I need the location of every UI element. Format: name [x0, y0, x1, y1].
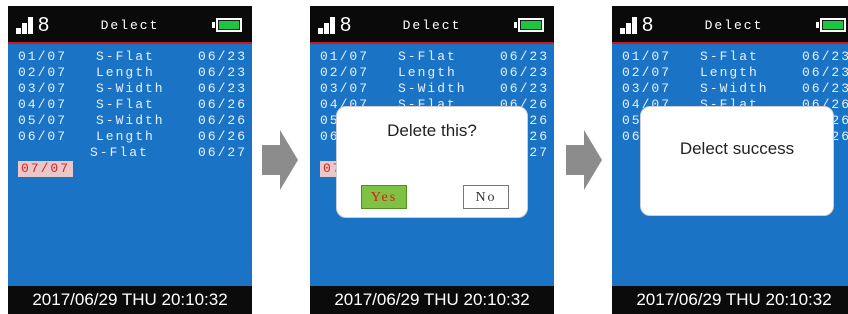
yes-button[interactable]: Yes — [361, 185, 407, 209]
device-screen-success: 8 Delect 01/07 S-Flat 06/23 02/07 Length 06/… — [612, 6, 848, 314]
record-row[interactable]: 06/07Length06/26 — [18, 129, 252, 145]
screen-title: Delect — [704, 18, 764, 33]
battery-full-icon — [514, 18, 544, 32]
record-row[interactable]: 01/07 S-Flat 06/23 — [622, 49, 848, 65]
status-bar: 8 Delect — [612, 6, 848, 44]
battery-full-icon — [212, 18, 242, 32]
battery-full-icon — [816, 18, 846, 32]
selected-record-index[interactable]: 07/07 — [18, 161, 74, 177]
record-row[interactable]: 03/07 S-Width 06/23 — [622, 81, 848, 97]
status-bar: 8 Delect — [8, 6, 252, 44]
record-row[interactable]: 02/07 Length 06/23 — [18, 65, 252, 81]
record-row[interactable]: 02/07 Length 06/23 — [622, 65, 848, 81]
record-row[interactable]: S-Flat06/27 — [18, 145, 252, 161]
record-row[interactable]: 01/07 S-Flat 06/23 — [320, 49, 554, 65]
success-dialog: Delect success — [640, 106, 834, 216]
record-row[interactable]: 05/07S-Width06/26 — [18, 113, 252, 129]
device-screen-list: 8 Delect 01/07 S-Flat 06/23 02/07 Length 06/… — [8, 6, 252, 314]
record-row[interactable]: 01/07 S-Flat 06/23 — [18, 49, 252, 65]
datetime-bar: 2017/06/29 THU 20:10:32 — [612, 286, 848, 314]
datetime-bar: 2017/06/29 THU 20:10:32 — [8, 286, 252, 314]
record-row-selected[interactable]: 07/07 — [18, 161, 252, 177]
device-screen-confirm: 8 Delect 01/07 S-Flat 06/23 02/07 Length 06/… — [310, 6, 554, 314]
datetime-bar: 2017/06/29 THU 20:10:32 — [310, 286, 554, 314]
confirm-dialog: Delete this? Yes No — [336, 106, 528, 218]
success-message: Delect success — [679, 139, 795, 158]
status-bar: 8 Delect — [310, 6, 554, 44]
record-row[interactable]: 03/07 S-Width 06/23 — [320, 81, 554, 97]
record-row[interactable]: 04/07 S-Flat 06/26 — [18, 97, 252, 113]
record-row[interactable]: 03/07 S-Width 06/23 — [18, 81, 252, 97]
arrow-right-icon — [262, 130, 298, 190]
confirm-message: Delete this? — [387, 121, 477, 140]
arrow-right-icon — [566, 130, 602, 190]
no-button[interactable]: No — [463, 185, 509, 209]
record-list: 01/07 S-Flat 06/23 02/07 Length 06/23 03/07 S… — [18, 49, 252, 177]
record-row[interactable]: 02/07 Length 06/23 — [320, 65, 554, 81]
